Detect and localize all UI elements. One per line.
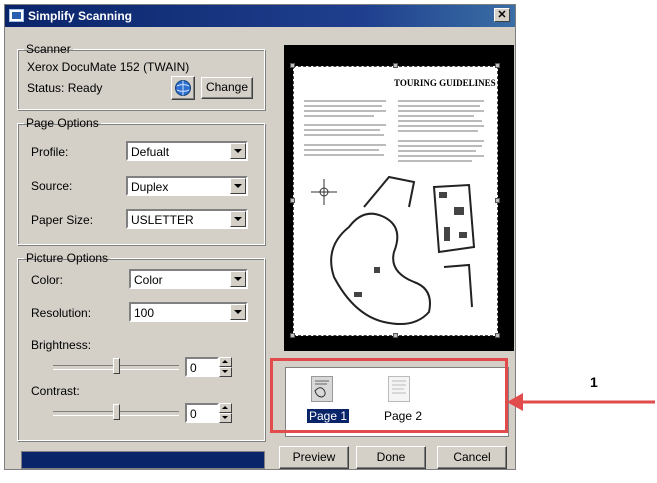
source-label: Source: (31, 179, 73, 193)
paper-size-label: Paper Size: (31, 213, 94, 227)
brightness-value: 0 (190, 361, 197, 375)
spin-down-icon[interactable] (219, 367, 232, 377)
crop-handle[interactable] (495, 63, 500, 68)
scanner-app-icon (9, 9, 24, 22)
contrast-label: Contrast: (31, 384, 80, 398)
paper-size-value: USLETTER (131, 213, 194, 227)
contrast-value: 0 (190, 407, 197, 421)
scanner-name: Xerox DocuMate 152 (TWAIN) (27, 60, 190, 74)
spin-up-icon[interactable] (219, 403, 232, 413)
profile-dropdown[interactable]: Defualt (126, 141, 248, 161)
color-label: Color: (31, 273, 64, 287)
crop-handle[interactable] (393, 63, 398, 68)
source-dropdown[interactable]: Duplex (126, 176, 248, 196)
resolution-dropdown[interactable]: 100 (129, 302, 248, 322)
color-dropdown[interactable]: Color (129, 269, 248, 289)
resolution-label: Resolution: (31, 306, 92, 320)
scan-preview[interactable]: TOURING GUIDELINES (284, 45, 514, 351)
scanner-legend: Scanner (26, 42, 71, 56)
scan-progress-bar (21, 451, 265, 469)
window-title: Simplify Scanning (28, 9, 133, 23)
brightness-input[interactable]: 0 (185, 357, 219, 377)
paper-size-dropdown[interactable]: USLETTER (126, 209, 248, 229)
preview-document-image (304, 100, 484, 325)
chevron-down-icon[interactable] (230, 304, 246, 320)
chevron-down-icon[interactable] (230, 271, 246, 287)
crop-handle[interactable] (393, 333, 398, 338)
source-value: Duplex (131, 180, 169, 194)
title-bar[interactable]: Simplify Scanning ✕ (5, 5, 515, 27)
scanner-group: Scanner (17, 42, 265, 110)
brightness-slider-thumb[interactable] (113, 358, 120, 374)
scanned-page-preview[interactable]: TOURING GUIDELINES (293, 66, 498, 336)
callout-number: 1 (590, 374, 598, 390)
picture-options-legend: Picture Options (26, 251, 109, 265)
callout-arrow-icon (507, 393, 655, 411)
scanner-status: Status: Ready (27, 81, 103, 95)
done-button[interactable]: Done (356, 446, 426, 469)
crop-handle[interactable] (495, 333, 500, 338)
thumbnail-callout-box (270, 358, 508, 433)
chevron-down-icon[interactable] (230, 211, 246, 227)
brightness-label: Brightness: (31, 338, 92, 352)
crop-handle[interactable] (290, 63, 295, 68)
contrast-stepper[interactable] (219, 403, 232, 423)
scanner-globe-icon (175, 80, 191, 96)
contrast-slider-thumb[interactable] (113, 404, 120, 420)
spin-up-icon[interactable] (219, 357, 232, 367)
change-scanner-button[interactable]: Change (201, 77, 253, 99)
chevron-down-icon[interactable] (230, 178, 246, 194)
cancel-button[interactable]: Cancel (437, 446, 507, 469)
profile-label: Profile: (31, 145, 69, 159)
crop-handle[interactable] (290, 333, 295, 338)
scanner-settings-button[interactable] (171, 76, 195, 100)
color-value: Color (134, 273, 163, 287)
profile-value: Defualt (131, 145, 170, 159)
page-options-legend: Page Options (26, 116, 99, 130)
brightness-stepper[interactable] (219, 357, 232, 377)
preview-button[interactable]: Preview (279, 446, 349, 469)
chevron-down-icon[interactable] (230, 143, 246, 159)
crop-handle[interactable] (290, 198, 295, 203)
resolution-value: 100 (134, 306, 155, 320)
spin-down-icon[interactable] (219, 413, 232, 423)
close-button[interactable]: ✕ (494, 8, 510, 22)
crop-handle[interactable] (495, 198, 500, 203)
contrast-input[interactable]: 0 (185, 403, 219, 423)
